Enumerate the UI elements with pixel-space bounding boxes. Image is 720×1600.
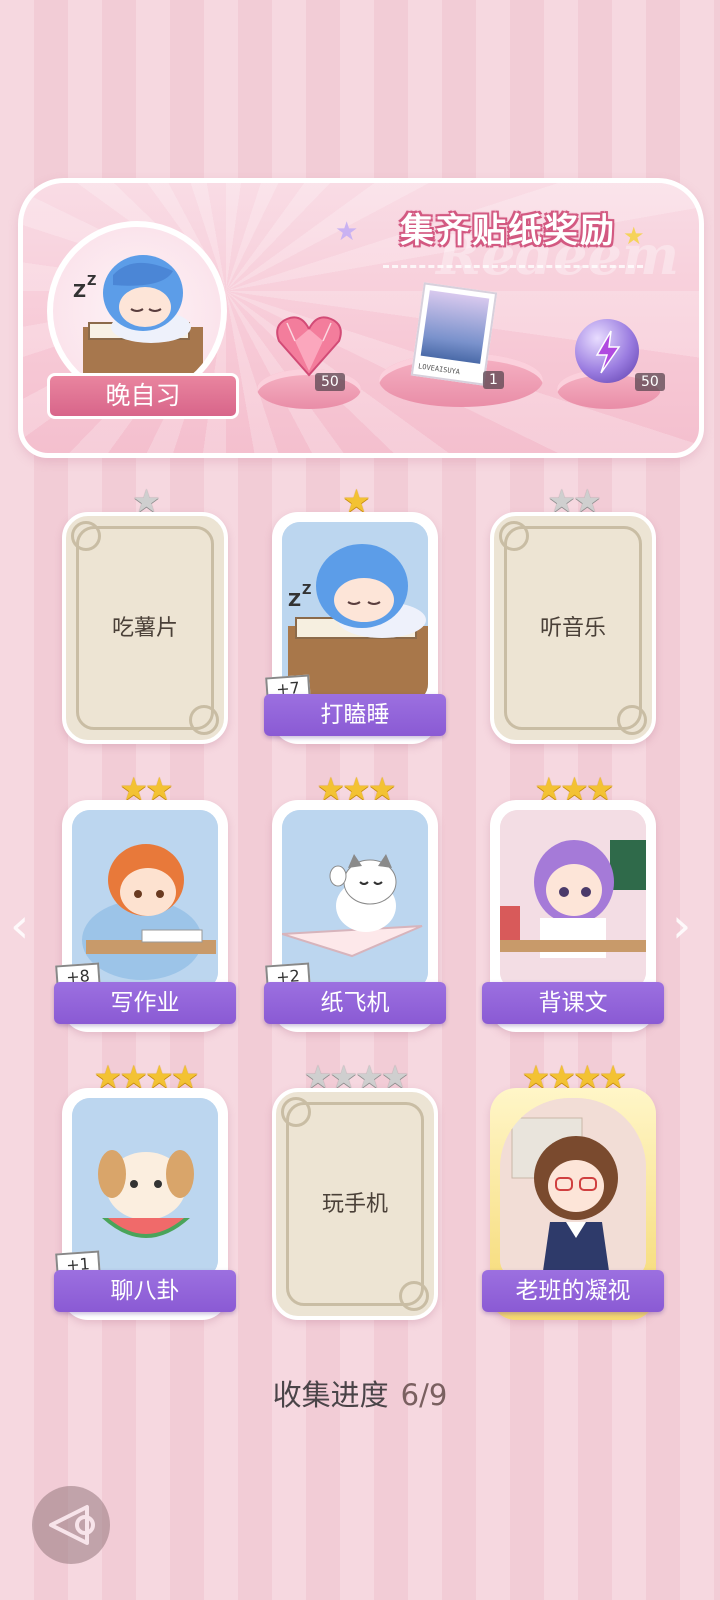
sticker-card[interactable]: ★ Z Z +7 打瞌睡 [264,484,446,744]
progress-label: 收集进度 [272,1378,389,1412]
card-name: 打瞌睡 [264,694,446,736]
collection-progress: 收集进度 6/9 [0,1372,720,1414]
card-illustration [500,810,646,990]
sticker-card[interactable]: ★★★★ +1 聊八卦 [54,1060,236,1320]
back-button[interactable] [32,1486,110,1564]
card-name: 背课文 [482,982,664,1024]
sticker-card[interactable]: ★★ +8 写作业 [54,772,236,1032]
svg-text:Z: Z [73,281,86,302]
card-name: 玩手机 [321,1192,388,1217]
reward-count: 50 [315,373,345,391]
svg-text:Z: Z [288,590,301,611]
svg-text:Z: Z [302,583,311,598]
chevron-right-icon[interactable]: › [672,898,691,954]
card-name: 写作业 [54,982,236,1024]
heart-gem-icon[interactable] [273,311,345,379]
lightning-orb-icon[interactable] [575,319,639,383]
svg-text:Z: Z [87,274,96,289]
back-icon [49,1505,95,1545]
reward-count: 1 [483,371,504,389]
reward-banner: Redeem ★ ★ 集齐贴纸奖励 Z Z 晚自习 50 LOVEAISUYA [18,178,704,458]
card-name: 吃薯片 [111,616,178,641]
card-name: 聊八卦 [54,1270,236,1312]
photo-card-caption: LOVEAISUYA [417,362,461,377]
sticker-card[interactable]: ★★★ +2 纸飞机 [264,772,446,1032]
sticker-card[interactable]: ★★★ 背课文 [482,772,664,1032]
sticker-card-locked[interactable]: ★★ 听音乐 [490,484,656,744]
card-name: 纸飞机 [264,982,446,1024]
card-name: 老班的凝视 [482,1270,664,1312]
title-underline [383,265,643,268]
banner-title: 集齐贴纸奖励 [400,211,616,251]
sticker-card-gold[interactable]: ★★★★ 老班的凝视 [482,1060,664,1320]
reward-count: 50 [635,373,665,391]
progress-value: 6/9 [400,1378,448,1412]
sticker-card-locked[interactable]: ★ 吃薯片 [62,484,228,744]
card-name: 听音乐 [539,616,606,641]
card-illustration [500,1098,646,1278]
chevron-left-icon[interactable]: ‹ [10,898,29,954]
featured-sticker-label: 晚自习 [47,373,239,419]
star-decoration-icon: ★ [335,217,359,247]
sticker-card-locked[interactable]: ★★★★ 玩手机 [272,1060,438,1320]
